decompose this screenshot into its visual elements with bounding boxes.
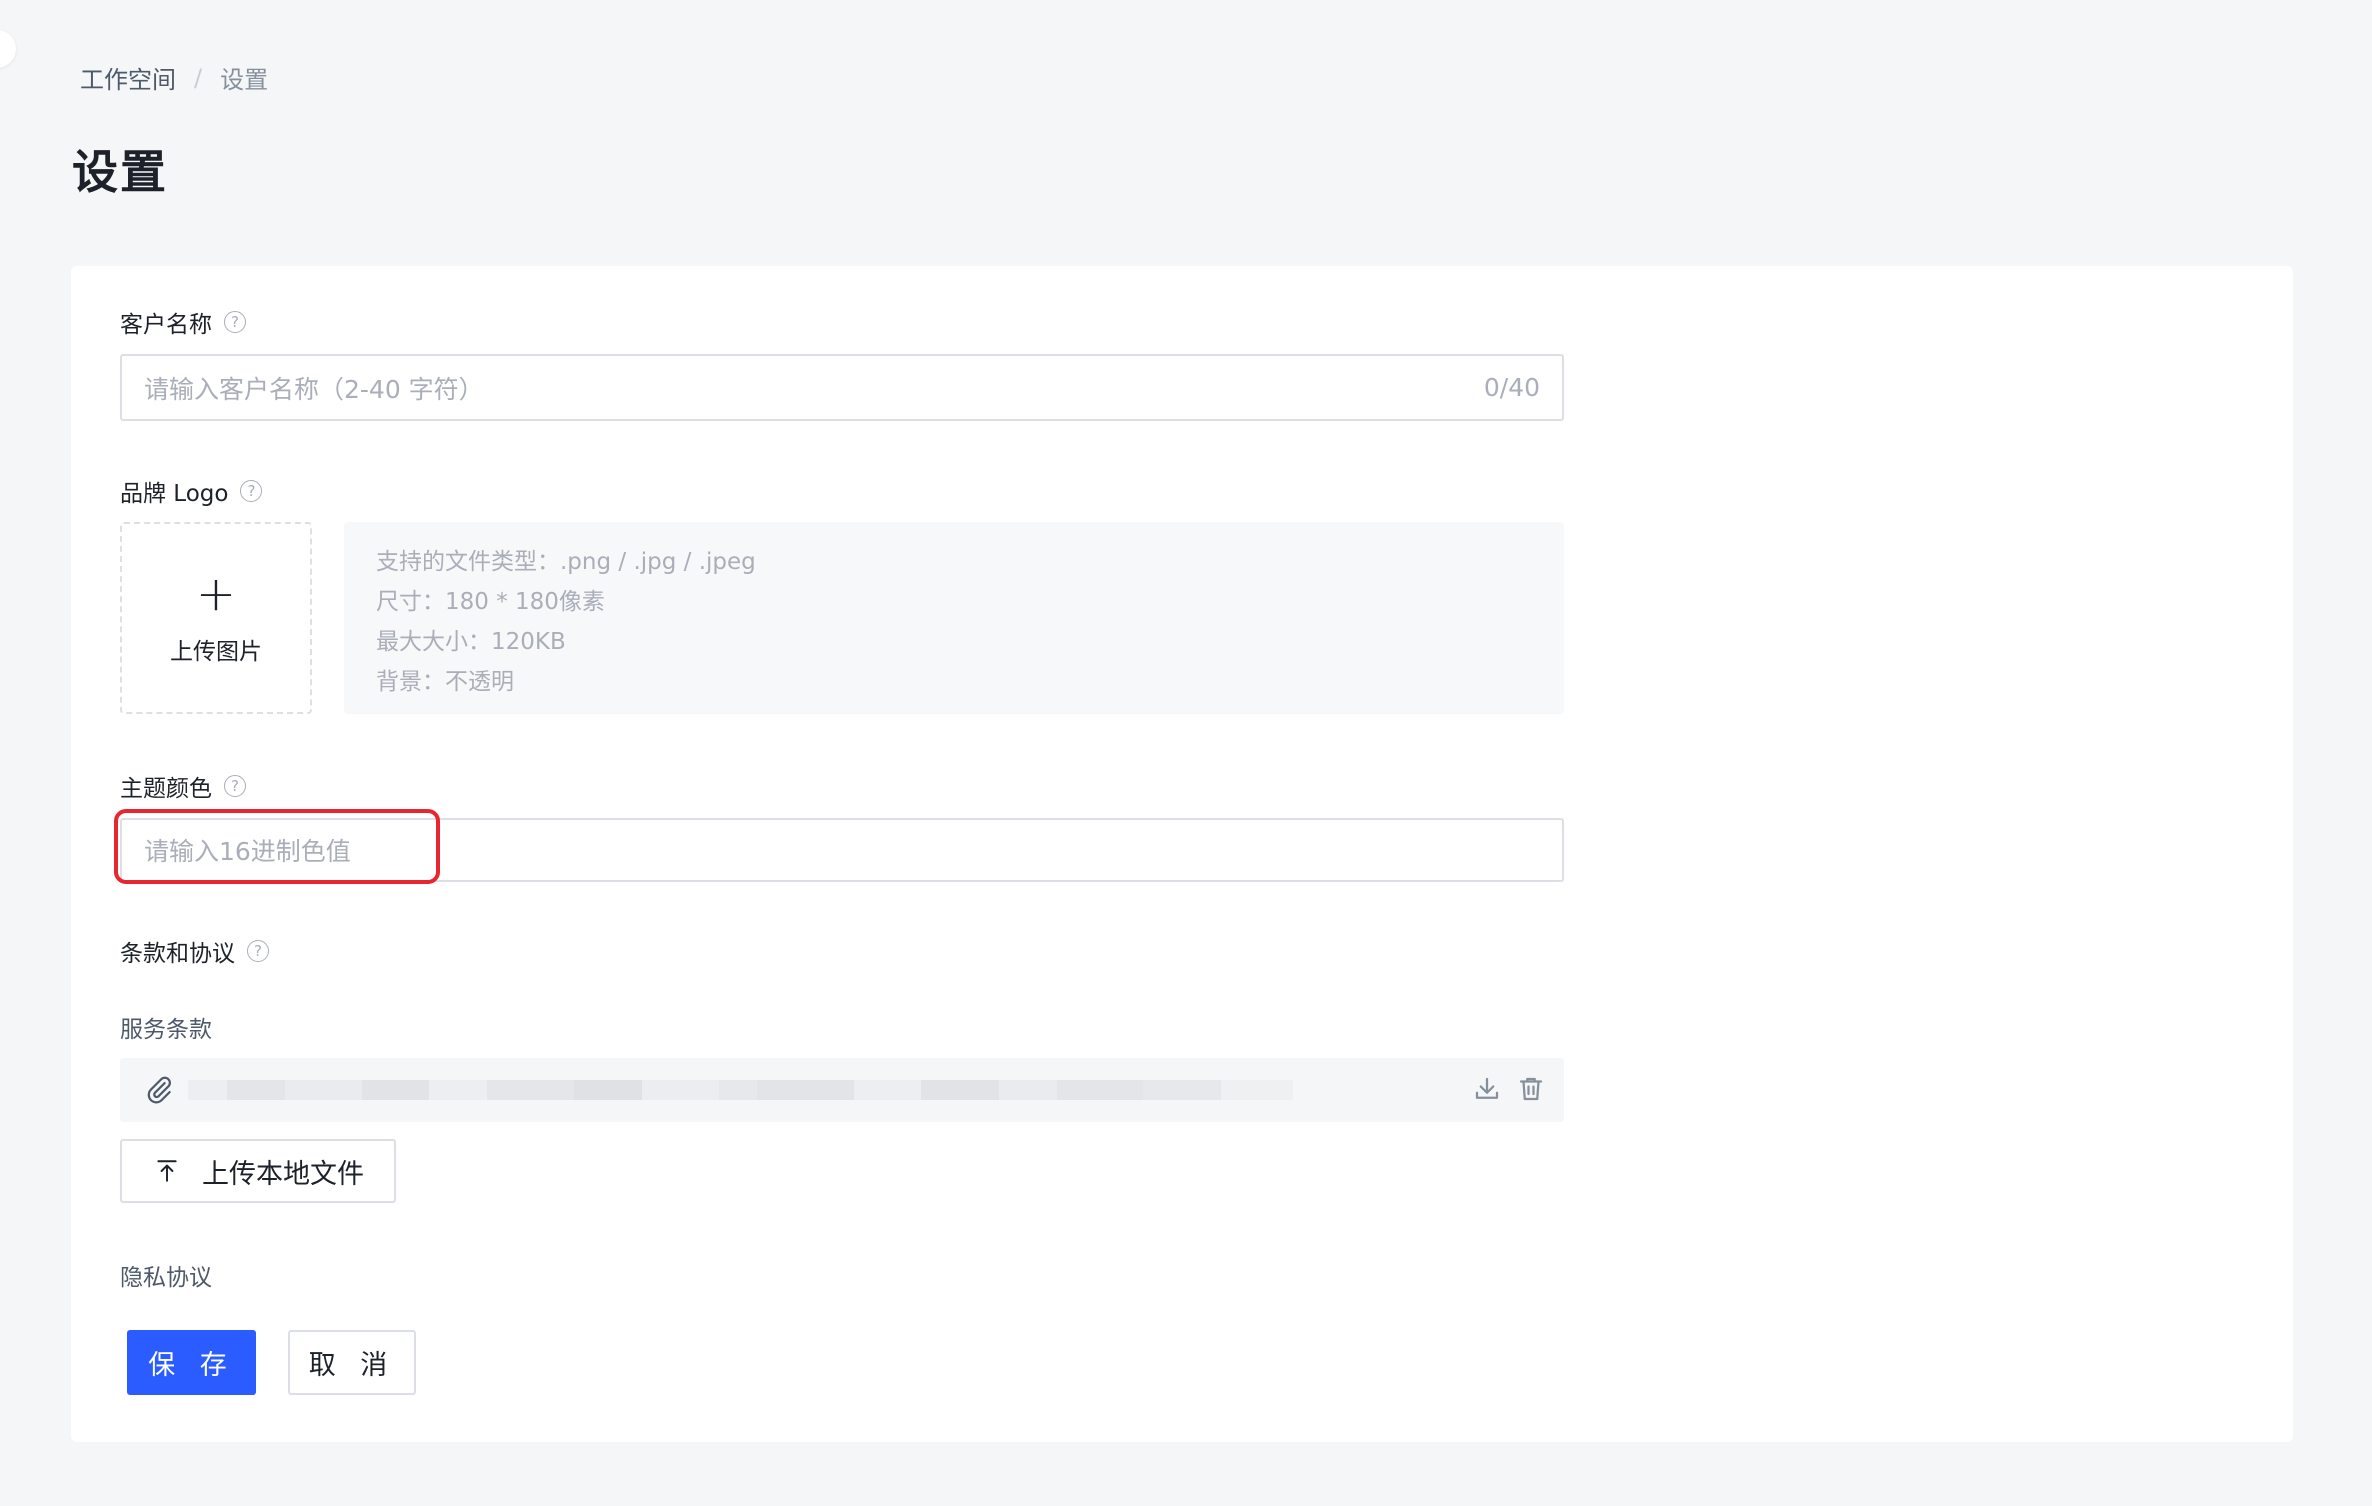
terms-label: 条款和协议 ? [120,934,269,968]
breadcrumb-separator: / [194,63,203,92]
customer-name-label: 客户名称 ? [120,305,246,339]
file-name-redacted [188,1080,1293,1100]
brand-logo-label-text: 品牌 Logo [120,481,229,507]
cancel-button[interactable]: 取 消 [288,1330,416,1395]
upload-image-label: 上传图片 [170,639,262,665]
customer-name-counter: 0/40 [1483,373,1540,402]
upload-local-file-label: 上传本地文件 [202,1158,364,1190]
customer-name-label-text: 客户名称 [120,312,212,338]
download-icon[interactable] [1472,1074,1502,1104]
brand-logo-label: 品牌 Logo ? [120,474,263,508]
tip-dimensions: 尺寸：180 * 180像素 [376,589,605,615]
highlight-annotation [114,809,440,884]
plus-icon: + [195,566,237,622]
breadcrumb-current: 设置 [220,66,269,94]
logo-requirements: 支持的文件类型：.png / .jpg / .jpeg 尺寸：180 * 180… [344,522,1564,714]
save-button[interactable]: 保 存 [127,1330,256,1395]
question-circle-icon[interactable]: ? [224,775,246,797]
upload-local-file-button[interactable]: 上传本地文件 [120,1139,396,1203]
question-circle-icon[interactable]: ? [224,311,246,333]
question-circle-icon[interactable]: ? [247,940,269,962]
upload-icon [157,1160,177,1182]
service-terms-file [120,1058,1564,1122]
paperclip-icon [147,1076,171,1104]
breadcrumb-workspace[interactable]: 工作空间 [80,60,176,95]
tip-file-types: 支持的文件类型：.png / .jpg / .jpeg [376,549,756,575]
service-terms-label: 服务条款 [120,1017,212,1043]
trash-icon[interactable] [1516,1074,1546,1104]
collapse-handle[interactable] [0,30,16,68]
upload-image-button[interactable]: + 上传图片 [120,522,312,714]
theme-color-label: 主题颜色 ? [120,769,246,803]
terms-label-text: 条款和协议 [120,941,235,967]
question-circle-icon[interactable]: ? [240,480,263,502]
customer-name-input[interactable]: 请输入客户名称（2-40 字符） 0/40 [120,354,1564,421]
privacy-label: 隐私协议 [120,1265,212,1291]
customer-name-placeholder: 请输入客户名称（2-40 字符） [144,374,484,404]
tip-max-size: 最大大小：120KB [376,629,566,655]
tip-background: 背景：不透明 [376,669,514,695]
page-title: 设置 [72,145,168,199]
breadcrumb: 工作空间 / 设置 [80,60,268,95]
theme-color-label-text: 主题颜色 [120,776,212,802]
